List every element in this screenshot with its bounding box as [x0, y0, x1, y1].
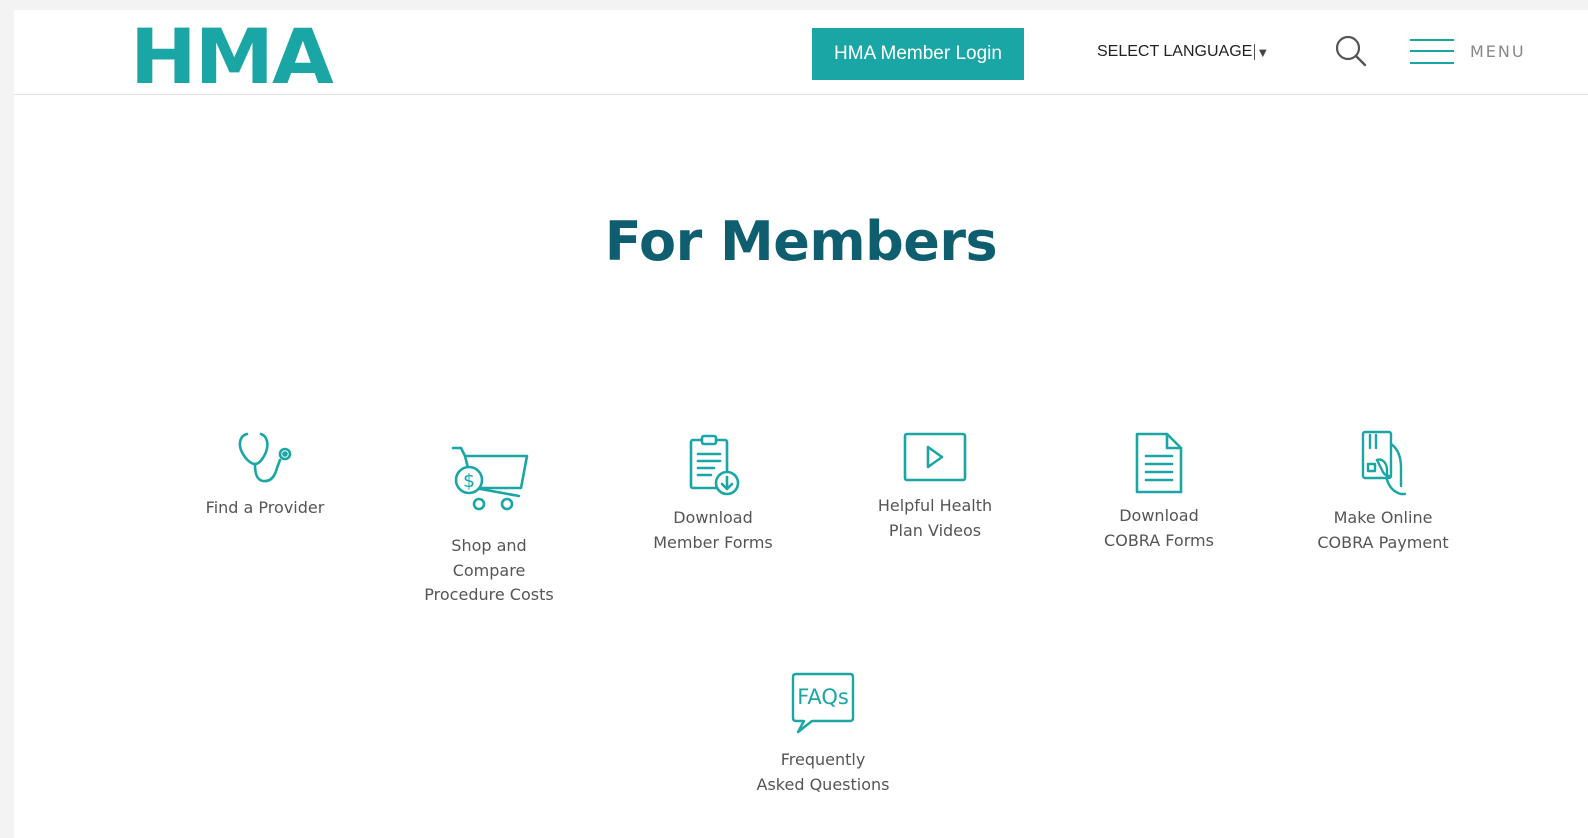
tile-label-line: Download — [1119, 506, 1199, 525]
tile-label-line: Frequently — [780, 750, 866, 769]
tile-find-provider[interactable]: Find a Provider — [190, 430, 340, 521]
search-icon — [1335, 35, 1367, 67]
tile-download-member-forms[interactable]: Download Member Forms — [638, 432, 788, 555]
tile-label-line: Shop and — [451, 536, 527, 555]
faq-bubble-icon: FAQs — [791, 672, 855, 734]
tile-label: Find a Provider — [205, 498, 325, 517]
tile-label-line: Asked Questions — [756, 774, 890, 794]
faq-icon-text: FAQs — [797, 685, 849, 709]
tile-label-line: Member Forms — [653, 532, 773, 552]
menu-button[interactable]: MENU — [1410, 36, 1526, 66]
tile-label-line: Procedure Costs — [424, 585, 554, 604]
tile-cobra-payment[interactable]: Make Online COBRA Payment — [1308, 430, 1458, 555]
language-selector[interactable]: SELECT LANGUAGE ▼ — [1097, 40, 1269, 64]
svg-text:$: $ — [463, 470, 475, 492]
stethoscope-icon — [238, 432, 292, 483]
menu-label: MENU — [1470, 41, 1526, 61]
page: HMA HMA Member Login SELECT LANGUAGE ▼ M… — [14, 10, 1588, 838]
dropdown-arrow-icon: ▼ — [1256, 44, 1270, 60]
tile-label-line: Download — [673, 508, 753, 527]
shopping-cart-icon: $ — [451, 446, 529, 511]
tile-label-line: Compare — [452, 560, 526, 580]
site-header: HMA HMA Member Login SELECT LANGUAGE ▼ M… — [14, 10, 1588, 95]
hamburger-icon — [1410, 38, 1454, 64]
page-title: For Members — [604, 210, 998, 273]
card-payment-icon — [1361, 430, 1407, 496]
clipboard-download-icon — [689, 434, 740, 496]
tile-label-line: Make Online — [1333, 508, 1433, 527]
search-button[interactable] — [1334, 34, 1368, 68]
tile-shop-compare[interactable]: $ Shop and Compare Procedure Costs — [414, 442, 564, 608]
language-divider — [1254, 44, 1256, 60]
tile-health-plan-videos[interactable]: Helpful Health Plan Videos — [860, 432, 1010, 543]
language-label: SELECT LANGUAGE — [1097, 43, 1253, 60]
tile-download-cobra-forms[interactable]: Download COBRA Forms — [1084, 432, 1234, 553]
tile-label-line: COBRA Forms — [1104, 530, 1214, 550]
hma-logo[interactable]: HMA — [130, 19, 334, 95]
document-icon — [1135, 432, 1183, 494]
tile-label-line: Helpful Health — [877, 496, 993, 515]
tile-label-line: Plan Videos — [888, 520, 982, 540]
tile-faqs[interactable]: FAQs Frequently Asked Questions — [748, 670, 898, 797]
member-login-button[interactable]: HMA Member Login — [812, 28, 1024, 80]
video-play-icon — [903, 432, 967, 482]
tile-label-line: COBRA Payment — [1317, 532, 1449, 552]
